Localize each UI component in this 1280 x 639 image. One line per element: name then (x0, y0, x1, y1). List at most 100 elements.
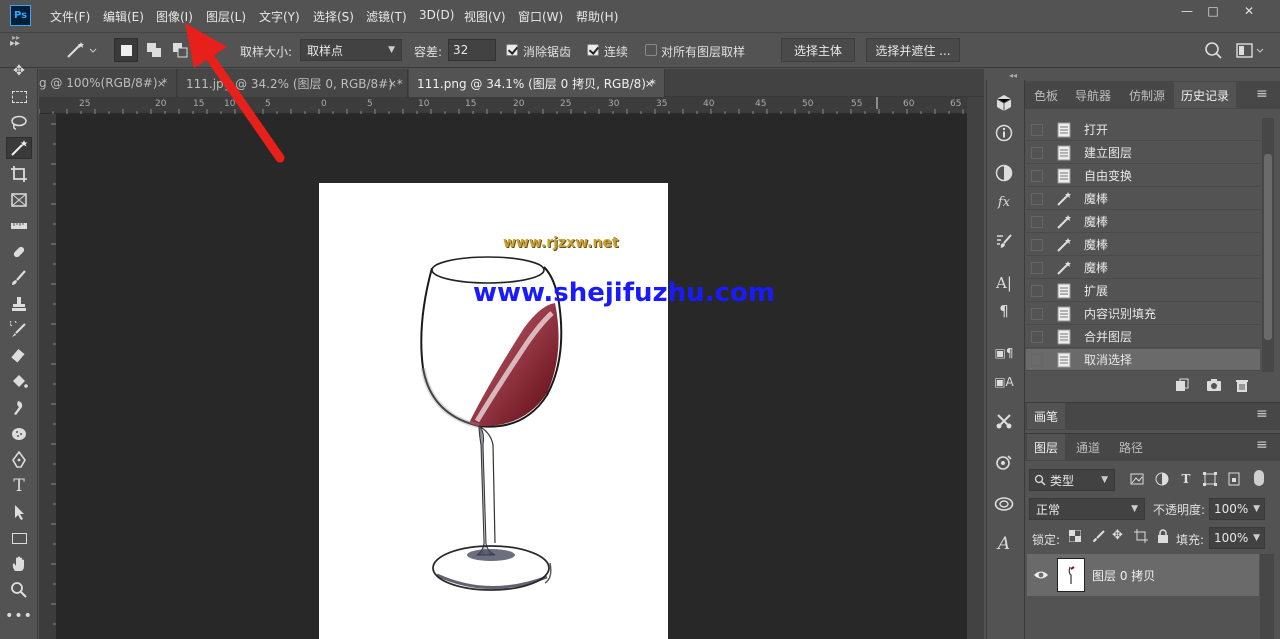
opacity-input[interactable]: 100% ▼ (1209, 498, 1265, 520)
character-panel-icon[interactable]: A| (993, 272, 1015, 294)
filter-shape-icon[interactable] (1202, 471, 1218, 487)
maximize-button[interactable]: □ (1196, 0, 1230, 22)
menu-3d[interactable]: 3D(D) (419, 8, 454, 22)
libraries-cloud-icon[interactable] (993, 493, 1015, 515)
path-selection-icon[interactable] (6, 501, 32, 523)
menu-help[interactable]: 帮助(H) (576, 8, 618, 25)
tool-preset-picker[interactable] (64, 40, 98, 60)
clone-stamp-icon[interactable] (6, 293, 32, 315)
select-and-mask-button[interactable]: 选择并遮住 ... (866, 38, 960, 62)
tab-paths[interactable]: 路径 (1112, 434, 1150, 460)
new-document-from-state-icon[interactable] (1175, 378, 1189, 392)
history-snapshot-box[interactable] (1031, 123, 1043, 136)
workspace-switcher-icon[interactable] (1236, 42, 1266, 60)
lasso-tool-icon[interactable] (6, 112, 32, 134)
toolbar-expand-icon[interactable]: ▸▸ (12, 33, 20, 42)
history-item-new-layer[interactable]: 建立图层 (1026, 142, 1260, 164)
history-snapshot-box[interactable] (1031, 215, 1043, 228)
select-subject-button[interactable]: 选择主体 (781, 38, 855, 62)
history-item-open[interactable]: 打开 (1026, 119, 1260, 141)
magic-wand-tool-icon[interactable] (6, 137, 32, 159)
canvas-scrollbar[interactable] (967, 97, 984, 639)
paragraph-styles-icon[interactable]: ▣¶ (993, 342, 1015, 364)
lock-image-pixels-icon[interactable] (1092, 529, 1106, 543)
3d-panel-icon[interactable] (993, 92, 1015, 114)
healing-brush-icon[interactable] (6, 241, 32, 263)
tab-brush[interactable]: 画笔 (1027, 403, 1065, 429)
history-item-expand[interactable]: 扩展 (1026, 280, 1260, 302)
filter-smart-object-icon[interactable] (1226, 471, 1242, 487)
more-tools-icon[interactable]: ••• (5, 605, 32, 627)
sponge-tool-icon[interactable] (6, 423, 32, 445)
fill-input[interactable]: 100% ▼ (1209, 527, 1265, 549)
tolerance-input[interactable] (448, 39, 496, 61)
history-snapshot-box[interactable] (1031, 261, 1043, 274)
photoshop-logo-icon[interactable]: Ps (10, 5, 31, 26)
properties-icon[interactable] (993, 452, 1015, 474)
lock-position-icon[interactable]: ✥ (1112, 529, 1126, 543)
brush-panel-menu-icon[interactable]: ≡ (1256, 406, 1268, 422)
ruler-tool-icon[interactable] (6, 215, 32, 237)
tab-clone-source[interactable]: 仿制源 (1122, 82, 1172, 108)
close-tab-icon[interactable]: × (157, 77, 166, 90)
history-item-free-transform[interactable]: 自由变换 (1026, 165, 1260, 187)
history-snapshot-box[interactable] (1031, 330, 1043, 343)
menu-file[interactable]: 文件(F) (50, 8, 90, 25)
add-to-selection-button[interactable] (142, 38, 166, 62)
sample-all-layers-checkbox[interactable] (645, 44, 657, 56)
new-selection-button[interactable] (114, 38, 138, 62)
filter-toggle-switch[interactable] (1254, 470, 1264, 486)
sample-size-dropdown[interactable]: 取样点 ▼ (300, 39, 402, 61)
history-item-magic-wand[interactable]: 魔棒 (1026, 188, 1260, 210)
pen-tool-icon[interactable] (6, 449, 32, 471)
filter-type-icon[interactable]: T (1178, 471, 1194, 487)
history-brush-icon[interactable] (6, 319, 32, 341)
brush-settings-icon[interactable] (993, 230, 1015, 252)
crop-tool-icon[interactable] (6, 163, 32, 185)
history-snapshot-box[interactable] (1031, 146, 1043, 159)
layers-panel-menu-icon[interactable]: ≡ (1256, 437, 1268, 453)
tab-document-1[interactable]: g @ 100%(RGB/8#) * × (39, 69, 177, 97)
history-snapshot-box[interactable] (1031, 284, 1043, 297)
menu-select[interactable]: 选择(S) (313, 8, 354, 25)
history-item-magic-wand[interactable]: 魔棒 (1026, 234, 1260, 256)
tool-presets-icon[interactable] (993, 410, 1015, 432)
antialias-checkbox[interactable] (506, 44, 518, 56)
layer-filter-dropdown[interactable]: 类型 ▼ (1029, 469, 1115, 491)
history-item-deselect[interactable]: 取消选择 (1026, 349, 1260, 371)
history-item-merge-layers[interactable]: 合并图层 (1026, 326, 1260, 348)
character-styles-icon[interactable]: ▣A (993, 371, 1015, 393)
menu-window[interactable]: 窗口(W) (518, 8, 563, 25)
lock-all-icon[interactable] (1157, 529, 1169, 543)
close-tab-icon[interactable]: × (645, 77, 654, 90)
type-tool-icon[interactable]: T (6, 475, 32, 497)
close-tab-icon[interactable]: × (388, 77, 397, 90)
history-snapshot-box[interactable] (1031, 192, 1043, 205)
styles-fx-icon[interactable]: fx (993, 191, 1015, 213)
tab-layers[interactable]: 图层 (1027, 434, 1065, 460)
layer-name[interactable]: 图层 0 拷贝 (1092, 567, 1155, 584)
panel-menu-icon[interactable]: ≡ (1256, 86, 1268, 102)
delete-state-trash-icon[interactable] (1235, 378, 1249, 392)
zoom-tool-icon[interactable] (6, 579, 32, 601)
history-snapshot-box[interactable] (1031, 238, 1043, 251)
document-canvas[interactable] (319, 183, 668, 639)
history-item-content-aware-fill[interactable]: 内容识别填充 (1026, 303, 1260, 325)
brush-tool-icon[interactable] (6, 267, 32, 289)
blend-mode-dropdown[interactable]: 正常 ▼ (1029, 498, 1145, 520)
contiguous-checkbox[interactable] (587, 44, 599, 56)
eye-visibility-icon[interactable] (1033, 568, 1049, 582)
tab-swatches[interactable]: 色板 (1027, 82, 1065, 108)
search-icon[interactable] (1204, 41, 1224, 61)
adjustments-icon[interactable] (993, 162, 1015, 184)
frame-tool-icon[interactable] (6, 189, 32, 211)
lock-artboard-icon[interactable] (1134, 529, 1148, 543)
tab-document-3[interactable]: 111.png @ 34.1% (图层 0 拷贝, RGB/8) * × (409, 69, 665, 97)
tab-channels[interactable]: 通道 (1069, 434, 1107, 460)
history-item-magic-wand[interactable]: 魔棒 (1026, 257, 1260, 279)
lock-transparent-pixels-icon[interactable] (1068, 529, 1082, 543)
marquee-tool-icon[interactable] (6, 86, 32, 108)
rectangle-tool-icon[interactable] (6, 527, 32, 549)
collapse-panels-icon[interactable]: ◂◂ (1009, 71, 1017, 80)
layers-scrollbar[interactable] (1260, 554, 1274, 639)
